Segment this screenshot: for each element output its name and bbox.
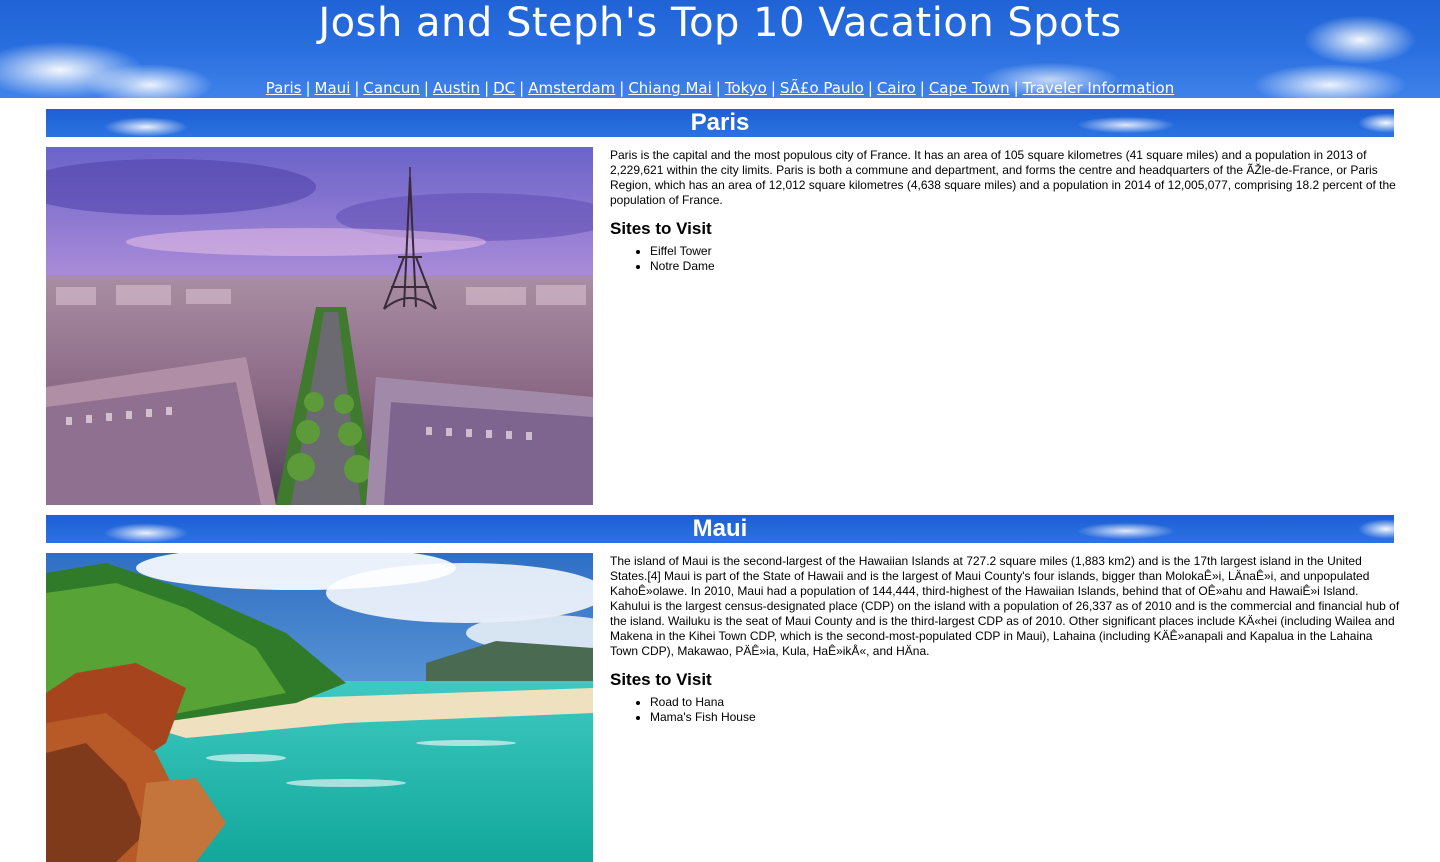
sites-heading: Sites to Visit — [610, 670, 712, 689]
nav-link-chiang-mai[interactable]: Chiang Mai — [628, 79, 711, 97]
nav-link-amsterdam[interactable]: Amsterdam — [528, 79, 615, 97]
paris-description: Paris is the capital and the most populo… — [610, 148, 1396, 207]
sites-heading: Sites to Visit — [610, 219, 712, 238]
page-title: Josh and Steph's Top 10 Vacation Spots — [318, 0, 1122, 46]
nav-separator: | — [919, 79, 925, 97]
nav-separator: | — [519, 79, 525, 97]
nav-link-paris[interactable]: Paris — [266, 79, 302, 97]
nav-link-cancun[interactable]: Cancun — [363, 79, 419, 97]
paris-skyline-image — [46, 147, 593, 505]
nav-separator: | — [484, 79, 490, 97]
site-header: Josh and Steph's Top 10 Vacation Spots P… — [0, 0, 1440, 98]
nav-separator: | — [867, 79, 873, 97]
nav-link-tokyo[interactable]: Tokyo — [725, 79, 767, 97]
section-header-paris: Paris — [46, 109, 1394, 137]
nav-link-dc[interactable]: DC — [493, 79, 515, 97]
section-header-maui: Maui — [46, 515, 1394, 543]
nav-link-maui[interactable]: Maui — [315, 79, 351, 97]
nav-separator: | — [770, 79, 776, 97]
nav-link-traveler-information[interactable]: Traveler Information — [1023, 79, 1175, 97]
maui-beach-image — [46, 553, 593, 862]
list-item: Notre Dame — [650, 259, 1400, 274]
nav-link-cairo[interactable]: Cairo — [877, 79, 916, 97]
maui-description: The island of Maui is the second-largest… — [610, 554, 1400, 658]
nav-link-cape-town[interactable]: Cape Town — [929, 79, 1010, 97]
nav-link-sao-paulo[interactable]: SÃ£o Paulo — [780, 79, 864, 97]
nav-separator: | — [354, 79, 360, 97]
maui-photo — [46, 553, 593, 862]
section-title: Maui — [692, 515, 748, 542]
list-item: Mama's Fish House — [650, 710, 1400, 725]
nav-link-austin[interactable]: Austin — [433, 79, 480, 97]
nav-separator: | — [715, 79, 721, 97]
section-title: Paris — [690, 109, 750, 136]
nav-separator: | — [1013, 79, 1019, 97]
maui-content: The island of Maui is the second-largest… — [610, 554, 1400, 725]
paris-content: Paris is the capital and the most populo… — [610, 148, 1400, 274]
list-item: Eiffel Tower — [650, 244, 1400, 259]
nav-separator: | — [619, 79, 625, 97]
paris-sites-list: Eiffel Tower Notre Dame — [610, 244, 1400, 274]
maui-sites-list: Road to Hana Mama's Fish House — [610, 695, 1400, 725]
nav-separator: | — [423, 79, 429, 97]
paris-photo — [46, 147, 593, 505]
nav-separator: | — [305, 79, 311, 97]
list-item: Road to Hana — [650, 695, 1400, 710]
destination-nav: Paris | Maui | Cancun | Austin | DC | Amsterdam | Ch… — [0, 78, 1440, 98]
